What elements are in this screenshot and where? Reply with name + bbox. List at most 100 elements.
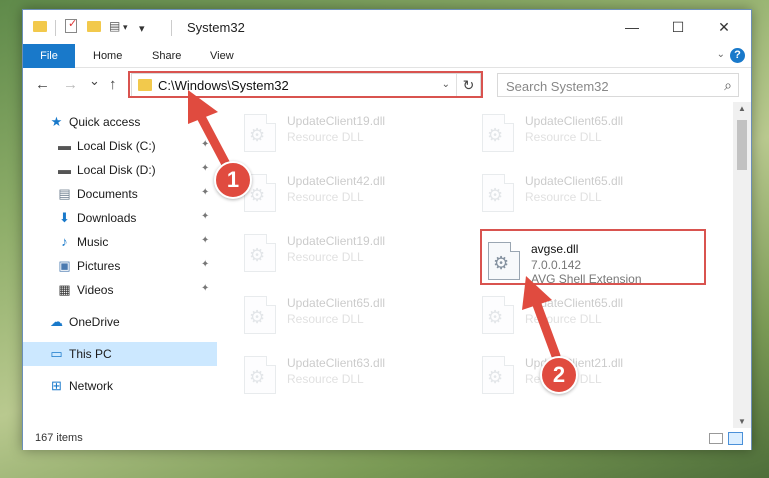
file-type: Resource DLL bbox=[287, 190, 364, 204]
file-tile[interactable]: UpdateClient65.dll Resource DLL bbox=[479, 110, 709, 156]
documents-icon: ▤ bbox=[58, 186, 71, 201]
computer-icon: ▭ bbox=[50, 346, 63, 361]
tiles-view-icon[interactable] bbox=[728, 432, 743, 445]
file-tile[interactable]: UpdateClient21.dll Resource DLL bbox=[479, 352, 709, 398]
sidebar-item-this-pc[interactable]: ▭ This PC bbox=[23, 342, 217, 366]
file-type: Resource DLL bbox=[525, 130, 602, 144]
sidebar-item-label: OneDrive bbox=[69, 315, 120, 329]
pin-icon[interactable]: ✦ bbox=[201, 283, 209, 294]
properties-icon[interactable] bbox=[65, 17, 77, 33]
title-bar: ▤ ▾ ▾ System32 — ☐ ✕ bbox=[23, 10, 751, 44]
help-icon[interactable]: ? bbox=[730, 48, 745, 63]
scroll-thumb[interactable] bbox=[737, 120, 747, 170]
title-divider bbox=[171, 20, 172, 36]
sidebar-item-documents[interactable]: ▤ Documents ✦ bbox=[23, 182, 217, 206]
pin-icon[interactable]: ✦ bbox=[201, 259, 209, 270]
file-name: UpdateClient63.dll bbox=[287, 356, 386, 370]
file-type: Resource DLL bbox=[287, 130, 364, 144]
sidebar-item-label: Music bbox=[77, 235, 109, 249]
minimize-button[interactable]: — bbox=[609, 14, 655, 40]
address-highlight bbox=[128, 71, 483, 98]
dll-file-icon bbox=[244, 234, 276, 272]
customize-toolbar-icon[interactable]: ▤ bbox=[109, 19, 120, 37]
tab-view[interactable]: View bbox=[210, 44, 234, 68]
pin-icon[interactable]: ✦ bbox=[201, 139, 209, 150]
back-button[interactable]: ← bbox=[35, 76, 50, 93]
sidebar-item-music[interactable]: ♪ Music ✦ bbox=[23, 230, 217, 254]
file-tile[interactable]: UpdateClient65.dll Resource DLL bbox=[479, 292, 709, 338]
sidebar-item-local-disk-d[interactable]: ▬ Local Disk (D:) ✦ bbox=[23, 158, 217, 182]
sidebar-item-onedrive[interactable]: ☁ OneDrive bbox=[23, 310, 217, 334]
sidebar-item-network[interactable]: ⊞ Network bbox=[23, 374, 217, 398]
file-name: UpdateClient42.dll bbox=[287, 174, 386, 188]
sidebar-item-quick-access[interactable]: ★ Quick access bbox=[23, 110, 217, 134]
up-button[interactable]: ↑ bbox=[109, 76, 117, 93]
cloud-icon: ☁ bbox=[50, 314, 63, 329]
file-type: Resource DLL bbox=[525, 190, 602, 204]
pin-icon[interactable]: ✦ bbox=[201, 187, 209, 198]
pictures-icon: ▣ bbox=[58, 258, 71, 273]
vertical-scrollbar[interactable]: ▲ ▼ bbox=[733, 102, 751, 428]
expand-ribbon-icon[interactable]: ⌄ bbox=[717, 49, 725, 60]
recent-locations-button[interactable]: ⌄ bbox=[89, 73, 100, 89]
pin-icon[interactable]: ✦ bbox=[201, 211, 209, 222]
ribbon-tabs: File Home Share View ⌄ ? bbox=[23, 44, 751, 68]
sidebar-item-videos[interactable]: ▦ Videos ✦ bbox=[23, 278, 217, 302]
file-highlight bbox=[480, 229, 706, 285]
sidebar-item-label: Local Disk (C:) bbox=[77, 139, 156, 153]
search-input[interactable]: Search System32 bbox=[506, 79, 609, 94]
scroll-up-icon[interactable]: ▲ bbox=[733, 104, 751, 113]
dll-file-icon bbox=[482, 356, 514, 394]
file-name: UpdateClient65.dll bbox=[287, 296, 386, 310]
sidebar-item-label: Pictures bbox=[77, 259, 121, 273]
file-tile[interactable]: UpdateClient42.dll Resource DLL bbox=[241, 170, 471, 216]
pin-icon[interactable]: ✦ bbox=[201, 163, 209, 174]
sidebar-item-label: Quick access bbox=[69, 115, 141, 129]
search-box[interactable]: Search System32 ⌕ bbox=[497, 73, 739, 97]
sidebar-item-label: Documents bbox=[77, 187, 138, 201]
sidebar-item-downloads[interactable]: ⬇ Downloads ✦ bbox=[23, 206, 217, 230]
dll-file-icon bbox=[482, 114, 514, 152]
dll-file-icon bbox=[244, 114, 276, 152]
close-button[interactable]: ✕ bbox=[701, 14, 747, 40]
chevron-down-icon[interactable]: ▾ bbox=[123, 22, 128, 40]
scroll-down-icon[interactable]: ▼ bbox=[733, 417, 751, 426]
search-icon[interactable]: ⌕ bbox=[724, 77, 732, 94]
step-2-badge: 2 bbox=[540, 356, 578, 394]
tab-home[interactable]: Home bbox=[93, 44, 122, 68]
pin-icon[interactable]: ✦ bbox=[201, 235, 209, 246]
new-folder-icon[interactable] bbox=[87, 21, 101, 32]
star-icon: ★ bbox=[50, 114, 63, 129]
file-type: Resource DLL bbox=[287, 372, 364, 386]
dll-file-icon bbox=[482, 174, 514, 212]
dll-file-icon bbox=[482, 296, 514, 334]
maximize-button[interactable]: ☐ bbox=[655, 14, 701, 40]
details-view-icon[interactable] bbox=[709, 433, 723, 444]
file-name: UpdateClient65.dll bbox=[525, 174, 624, 188]
window-title: System32 bbox=[187, 20, 245, 35]
tab-share[interactable]: Share bbox=[152, 44, 181, 68]
music-icon: ♪ bbox=[61, 234, 68, 249]
drive-icon: ▬ bbox=[58, 138, 71, 153]
file-tile[interactable]: UpdateClient63.dll Resource DLL bbox=[241, 352, 471, 398]
navigation-pane: ★ Quick access ▬ Local Disk (C:) ✦ ▬ Loc… bbox=[23, 102, 217, 428]
file-tile[interactable]: UpdateClient19.dll Resource DLL bbox=[241, 230, 471, 276]
sidebar-item-pictures[interactable]: ▣ Pictures ✦ bbox=[23, 254, 217, 278]
file-type: Resource DLL bbox=[287, 250, 364, 264]
step-1-badge: 1 bbox=[214, 161, 252, 199]
file-type: Resource DLL bbox=[525, 312, 602, 326]
file-name: UpdateClient19.dll bbox=[287, 114, 386, 128]
sidebar-item-label: Network bbox=[69, 379, 114, 393]
file-name: UpdateClient65.dll bbox=[525, 296, 624, 310]
tab-file[interactable]: File bbox=[23, 44, 75, 68]
dll-file-icon bbox=[244, 296, 276, 334]
quick-access-dropdown-icon[interactable]: ▾ bbox=[139, 22, 145, 40]
file-tile[interactable]: UpdateClient19.dll Resource DLL bbox=[241, 110, 471, 156]
video-icon: ▦ bbox=[58, 282, 71, 297]
file-name: UpdateClient19.dll bbox=[287, 234, 386, 248]
toolbar-divider bbox=[55, 20, 56, 36]
file-tile[interactable]: UpdateClient65.dll Resource DLL bbox=[241, 292, 471, 338]
forward-button[interactable]: → bbox=[63, 76, 78, 93]
sidebar-item-local-disk-c[interactable]: ▬ Local Disk (C:) ✦ bbox=[23, 134, 217, 158]
file-tile[interactable]: UpdateClient65.dll Resource DLL bbox=[479, 170, 709, 216]
